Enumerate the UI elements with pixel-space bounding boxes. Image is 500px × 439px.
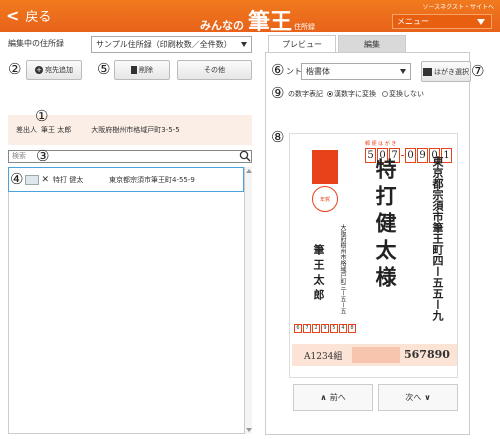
- other-label: その他: [204, 66, 225, 74]
- lottery-number: 567890: [404, 348, 450, 361]
- editing-addressbook-label: 編集中の住所録: [8, 39, 64, 48]
- prev-button[interactable]: ∧ 前へ: [293, 384, 373, 411]
- delete-label: 削除: [139, 66, 153, 74]
- exclude-icon[interactable]: ✕: [41, 175, 49, 185]
- annotation-6: ⑥: [271, 61, 285, 79]
- tab-edit-label: 編集: [364, 39, 380, 49]
- lottery-band: A1234組 567890: [292, 344, 457, 366]
- annotation-5: ⑤: [97, 60, 111, 78]
- chevron-left-icon: <: [6, 6, 20, 25]
- sender-zip-digit: 4: [339, 324, 347, 333]
- lottery-group: A1234組: [304, 352, 343, 362]
- next-button[interactable]: 次へ ∨: [378, 384, 458, 411]
- prev-label: 前へ: [329, 393, 346, 402]
- sender-name: 筆王太郎: [312, 244, 325, 304]
- zip-digit: 9: [417, 148, 428, 163]
- annotation-1: ①: [35, 107, 49, 125]
- lottery-center-box: [352, 347, 400, 363]
- back-label: 戻る: [25, 10, 52, 25]
- scroll-up-icon[interactable]: [246, 169, 252, 173]
- trash-icon: [131, 66, 137, 74]
- sender-zip: 6 7 2 9 5 4 8: [294, 324, 356, 333]
- logo-main: 筆王: [248, 9, 293, 35]
- addressbook-select[interactable]: サンプル住所録（印刷枚数／全件数）: [91, 36, 252, 53]
- postmark: 年賀: [312, 186, 338, 212]
- menu-dropdown[interactable]: メニュー: [392, 14, 492, 29]
- next-label: 次へ: [405, 393, 422, 402]
- chevron-down-icon: [241, 42, 247, 47]
- menu-label: メニュー: [397, 17, 429, 26]
- zip-digit: 0: [405, 148, 416, 163]
- sender-zip-digit: 8: [348, 324, 356, 333]
- list-scrollbar[interactable]: [244, 167, 252, 434]
- delete-button[interactable]: 削除: [114, 60, 170, 80]
- add-recipient-label: 宛先追加: [45, 66, 73, 74]
- annotation-8: ⑧: [271, 128, 285, 146]
- sourcenext-site-link[interactable]: ソースネクスト・サイトへ: [422, 2, 494, 11]
- chevron-up-icon: ∧: [320, 393, 327, 402]
- app-logo: みんなの 筆王 住所録: [200, 4, 315, 36]
- radio-convert[interactable]: [327, 91, 333, 97]
- recipient-address: 東京都宗須市筆王町四ー五五ー九: [431, 156, 444, 321]
- tab-preview[interactable]: プレビュー: [268, 35, 336, 52]
- annotation-4: ④: [10, 170, 24, 188]
- sender-address: 大阪府樹州市格域戸町三ー五ー五: [339, 224, 346, 314]
- addressbook-select-value: サンプル住所録（印刷枚数／全件数）: [96, 40, 232, 49]
- postcard-select-label: はがき選択: [434, 67, 469, 76]
- chevron-down-icon: [400, 69, 406, 74]
- sender-zip-digit: 6: [294, 324, 302, 333]
- font-label: ント: [286, 67, 302, 76]
- app-header: < 戻る みんなの 筆王 住所録 ソースネクスト・サイトへ メニュー: [0, 0, 500, 35]
- sender-zip-digit: 7: [303, 324, 311, 333]
- radio-noconvert-label[interactable]: 変換しない: [389, 89, 424, 99]
- logo-prefix: みんなの: [200, 19, 244, 32]
- plus-circle-icon: +: [35, 66, 43, 74]
- recipient-name: 特打 健太: [53, 175, 84, 184]
- annotation-7: ⑦: [471, 62, 485, 80]
- radio-convert-label[interactable]: 漢数字に変換: [334, 89, 376, 99]
- recipient-name: 特打健太様: [373, 158, 398, 293]
- logo-suffix: 住所録: [294, 23, 316, 31]
- zip-separator: [401, 155, 404, 156]
- stamp: [312, 150, 338, 184]
- numeral-notation-row: の数字表記 漢数字に変換 変換しない: [288, 89, 424, 99]
- add-recipient-button[interactable]: + 宛先追加: [26, 60, 82, 80]
- sender-address: 大阪府樹州市格域戸町3-5-5: [91, 126, 180, 134]
- postcard-title: 郵 便 は が き: [365, 141, 397, 147]
- chevron-down-icon: ∨: [424, 393, 431, 402]
- sender-zip-digit: 9: [321, 324, 329, 333]
- postmark-text: 年賀: [319, 196, 330, 203]
- scroll-down-icon[interactable]: [246, 428, 252, 432]
- tab-preview-label: プレビュー: [282, 39, 322, 49]
- postcard-icon: [25, 174, 40, 185]
- annotation-3: ③: [36, 147, 50, 165]
- radio-noconvert[interactable]: [382, 91, 388, 97]
- font-select-value: 楷書体: [306, 67, 330, 76]
- other-button[interactable]: その他: [177, 60, 252, 80]
- search-icon[interactable]: [239, 150, 251, 162]
- sender-name: 筆王 太郎: [41, 126, 72, 134]
- recipient-list[interactable]: [8, 167, 252, 434]
- font-select[interactable]: 楷書体: [301, 63, 411, 80]
- list-item[interactable]: ④ ✕ 特打 健太 東京都宗須市筆王町4-55-9: [8, 167, 244, 192]
- annotation-2: ②: [8, 60, 22, 78]
- annotation-9: ⑨: [271, 84, 285, 102]
- numeral-label: の数字表記: [288, 90, 323, 98]
- back-button[interactable]: < 戻る: [6, 6, 51, 25]
- postcard-stack-icon: [423, 67, 432, 76]
- chevron-down-icon: [477, 19, 485, 25]
- postcard-preview[interactable]: 年賀 郵 便 は が き 5 0 7 0 9 0 1 東京都宗須市筆王町四ー五五…: [289, 133, 458, 378]
- sender-zip-digit: 5: [330, 324, 338, 333]
- recipient-address: 東京都宗須市筆王町4-55-9: [109, 175, 195, 184]
- postcard-select-button[interactable]: はがき選択: [421, 61, 471, 82]
- sender-prefix: 差出人: [16, 126, 37, 134]
- tab-edit[interactable]: 編集: [338, 35, 406, 52]
- sender-zip-digit: 2: [312, 324, 320, 333]
